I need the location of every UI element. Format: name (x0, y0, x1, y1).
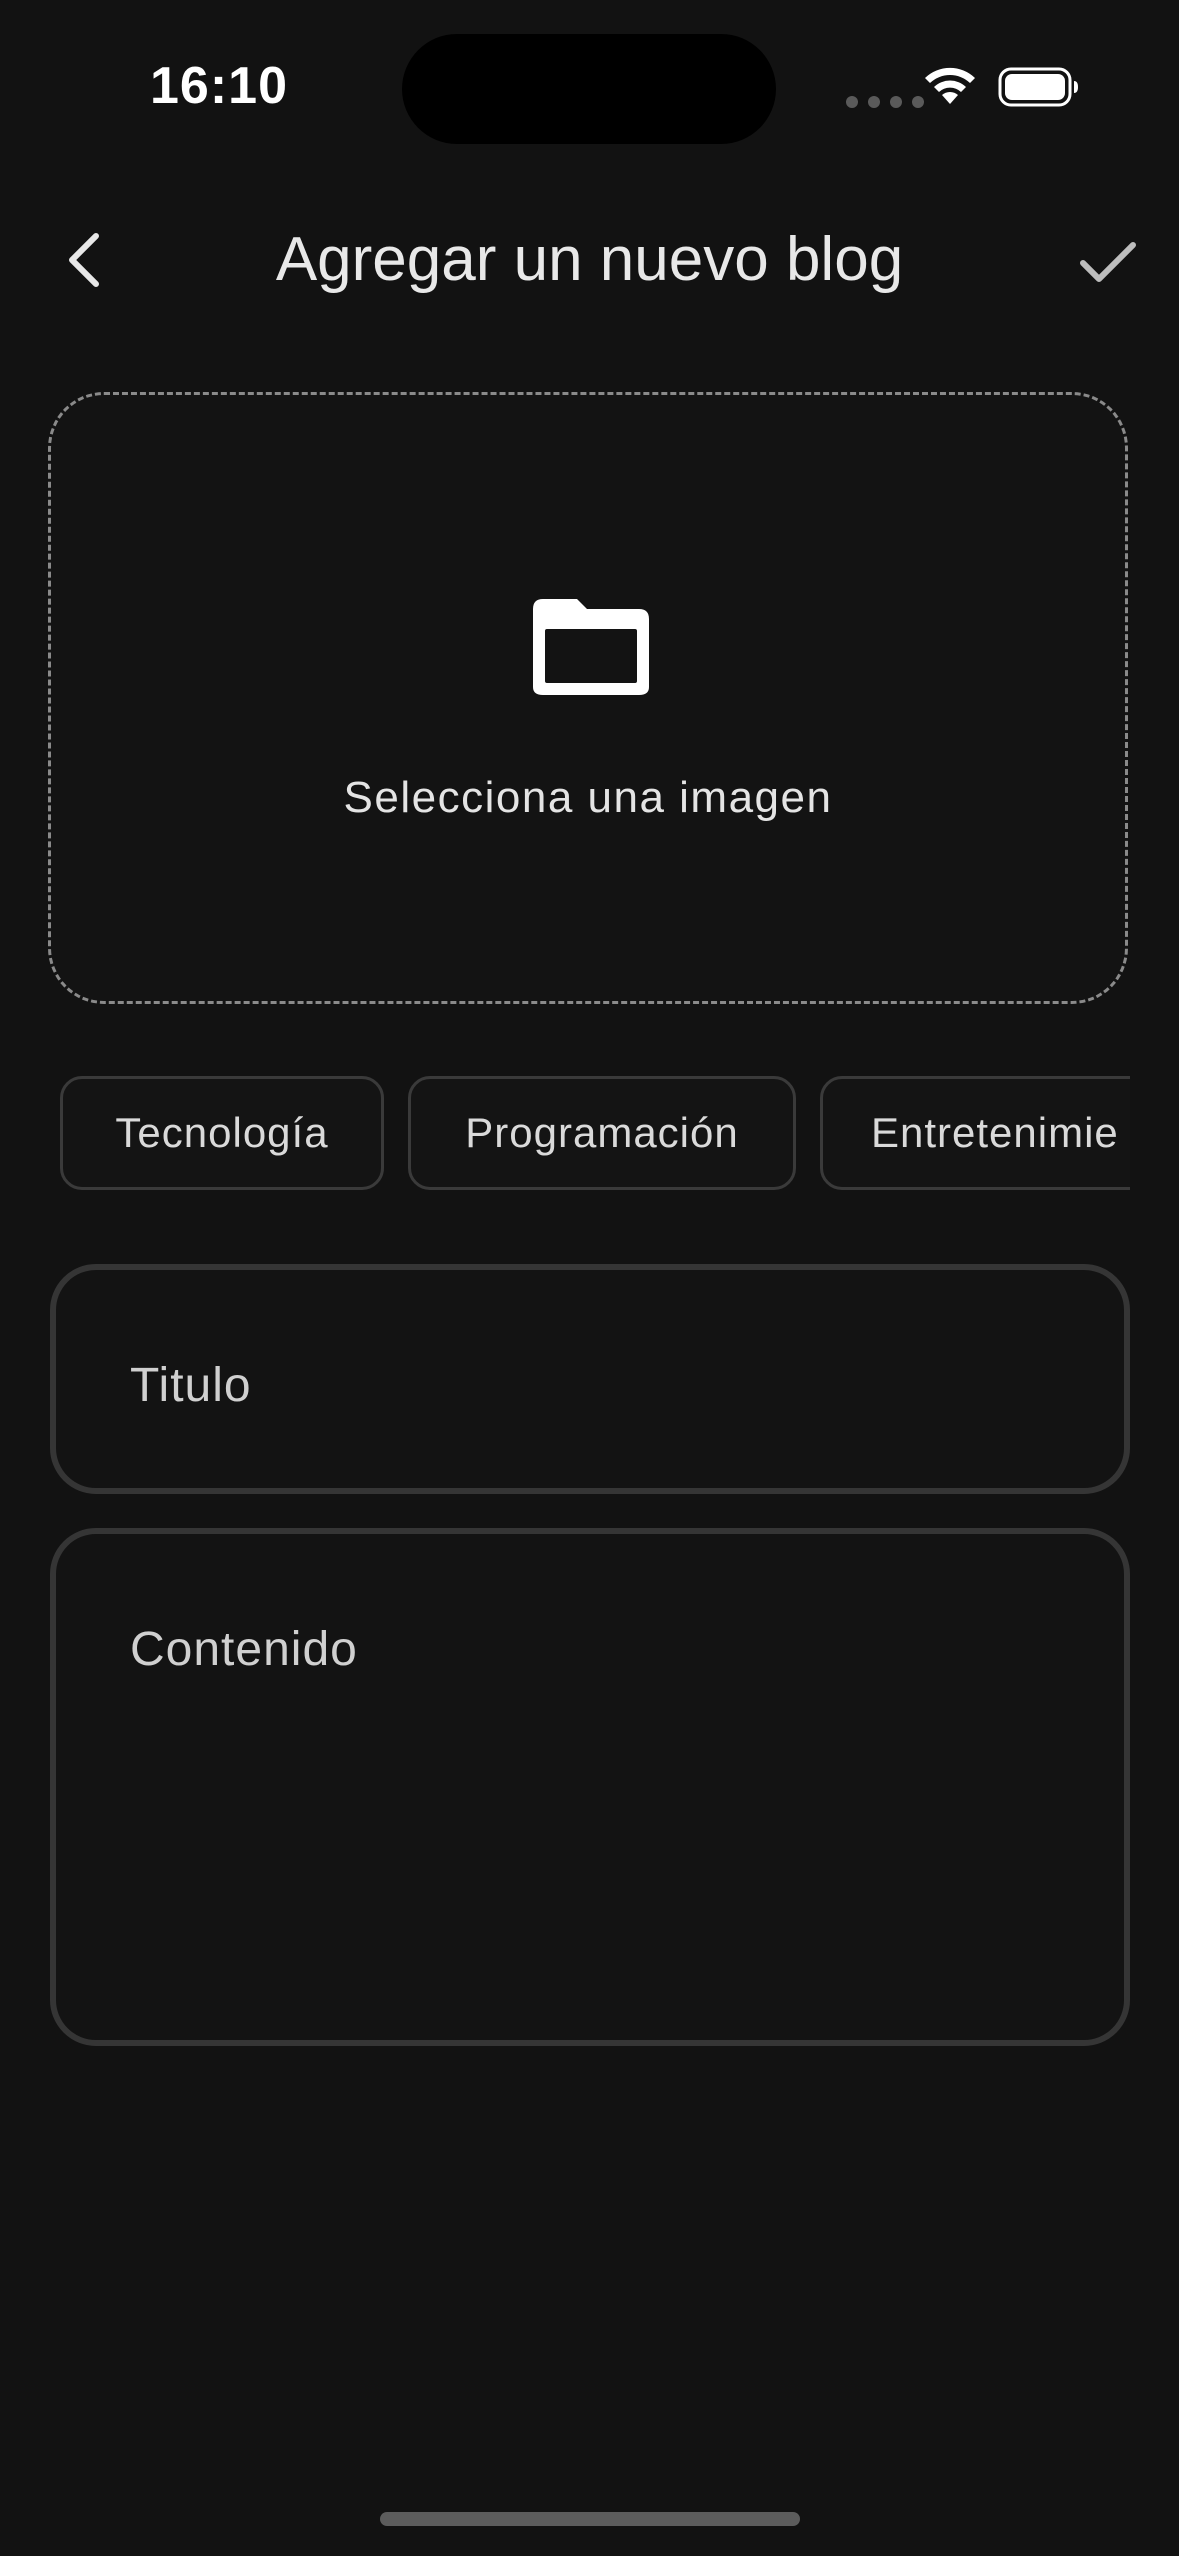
dynamic-island (402, 34, 776, 144)
page-title: Agregar un nuevo blog (275, 225, 904, 294)
title-input[interactable]: Titulo (50, 1264, 1130, 1494)
nav-bar: Agregar un nuevo blog (0, 200, 1179, 330)
checkmark-icon (1080, 242, 1136, 282)
cellular-signal-icon (846, 96, 924, 108)
category-chip-entretenimiento[interactable]: Entretenimie (820, 1076, 1130, 1190)
save-button[interactable] (1068, 222, 1148, 302)
status-bar: 16:10 (0, 0, 1179, 170)
folder-icon (533, 599, 649, 695)
image-picker[interactable]: Selecciona una imagen (48, 392, 1128, 1004)
battery-icon (998, 67, 1078, 107)
title-placeholder: Titulo (130, 1359, 252, 1412)
category-chip-programacion[interactable]: Programación (408, 1076, 796, 1190)
home-indicator[interactable] (380, 2512, 800, 2526)
content-placeholder: Contenido (130, 1623, 358, 1676)
wifi-icon (925, 67, 975, 104)
content-textarea[interactable]: Contenido (50, 1528, 1130, 2046)
category-chip-tecnologia[interactable]: Tecnología (60, 1076, 384, 1190)
image-picker-label: Selecciona una imagen (343, 773, 833, 822)
status-time: 16:10 (150, 57, 288, 115)
category-chips: Tecnología Programación Entretenimie (60, 1076, 1130, 1192)
